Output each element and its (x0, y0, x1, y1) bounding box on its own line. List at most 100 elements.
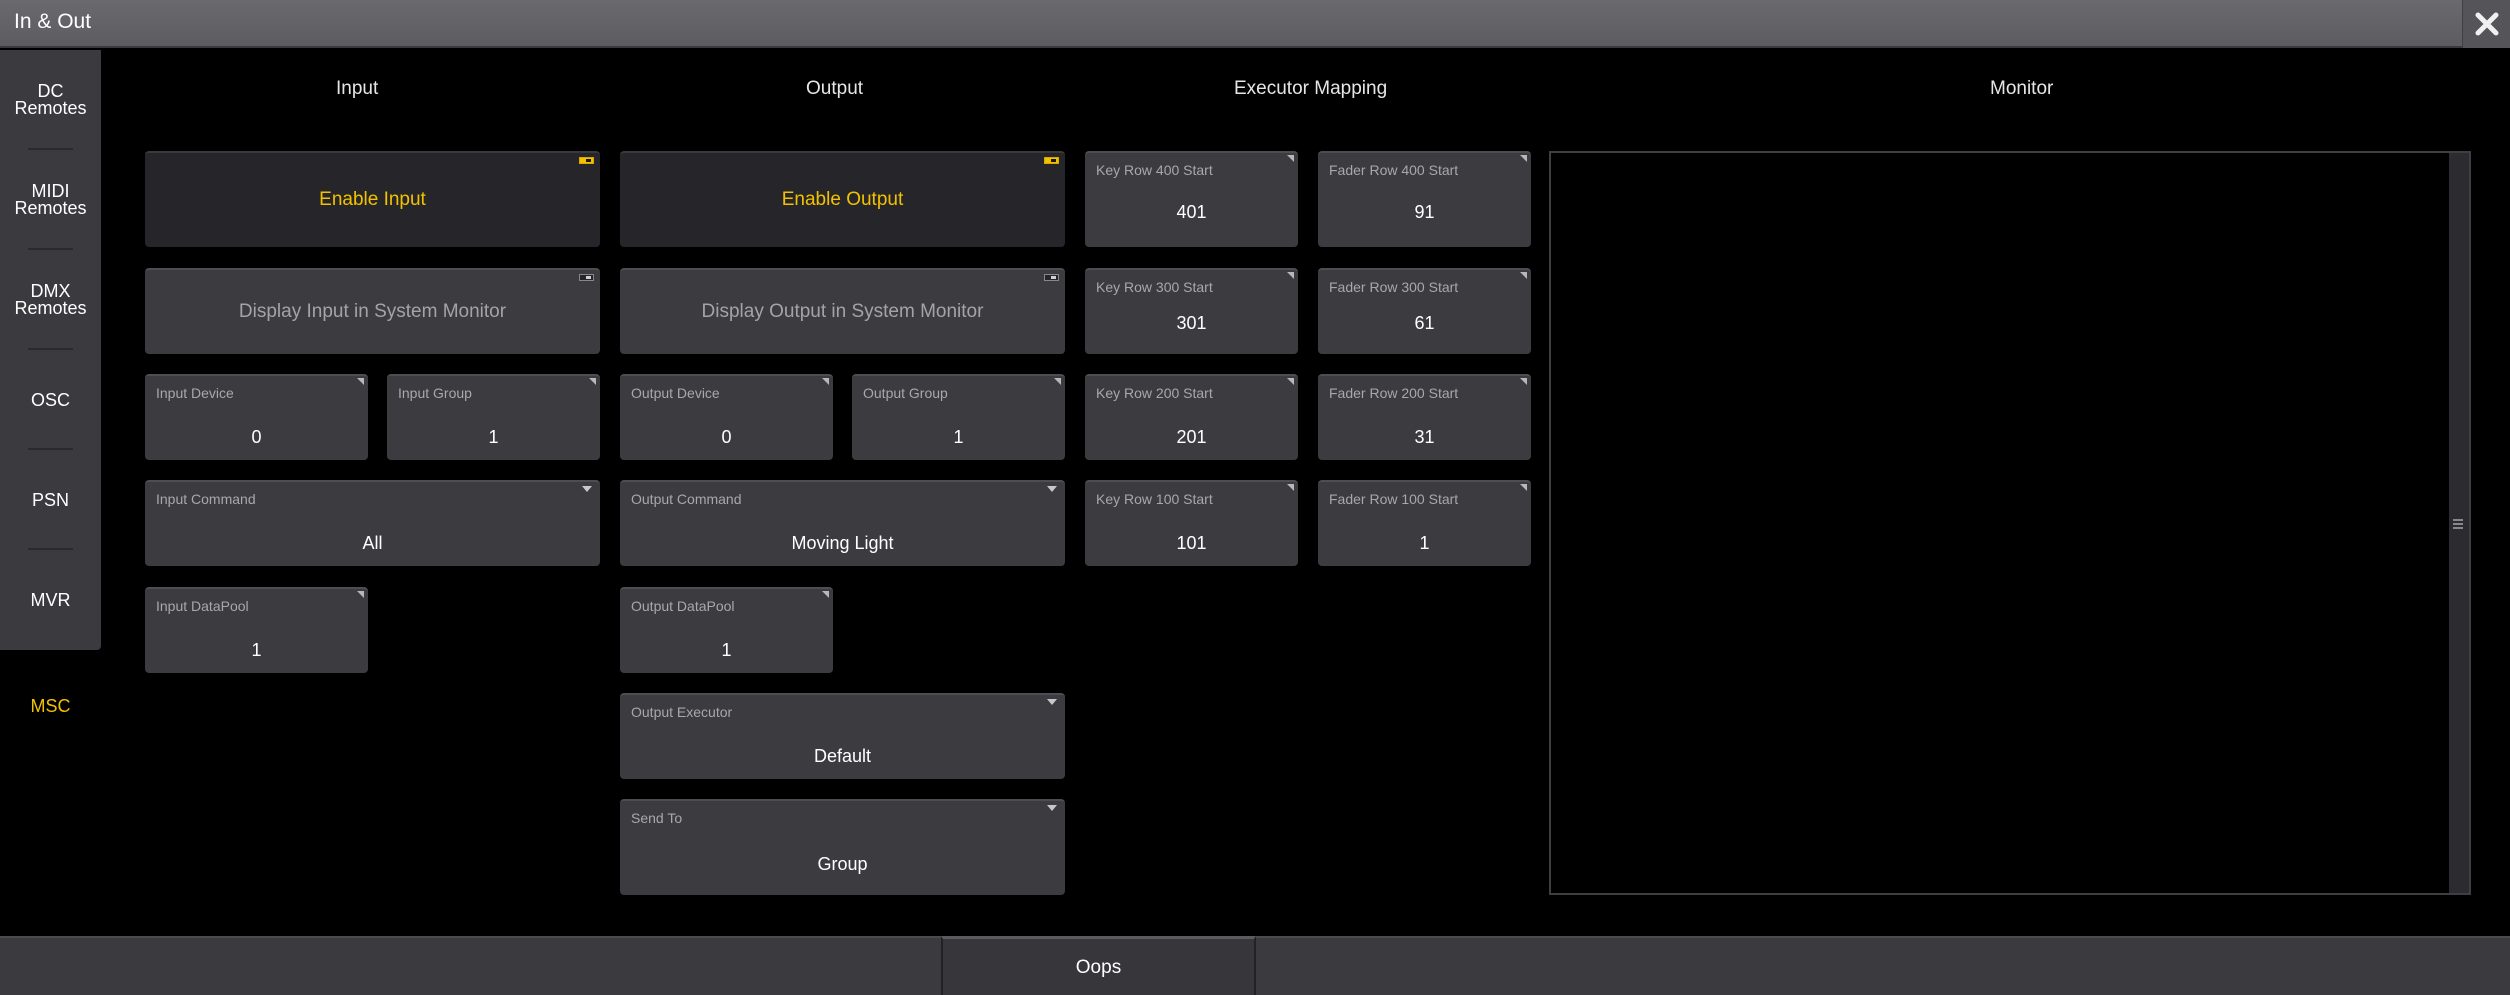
monitor-header: Monitor (1990, 78, 2054, 99)
output-group-label: Output Group (863, 385, 948, 401)
input-device-label: Input Device (156, 385, 234, 401)
edit-corner-icon (1520, 155, 1527, 162)
close-button[interactable] (2462, 0, 2510, 48)
output-group-value: 1 (953, 427, 964, 447)
edit-corner-icon (822, 591, 829, 598)
output-device-field[interactable]: Output Device 0 (620, 374, 833, 460)
send-to-label: Send To (631, 810, 683, 826)
display-output-toggle[interactable]: Display Output in System Monitor (620, 268, 1065, 354)
edit-corner-icon (357, 378, 364, 385)
fader-row-value: 1 (1419, 533, 1430, 553)
input-command-label: Input Command (156, 491, 256, 507)
edit-corner-icon (1054, 378, 1061, 385)
input-datapool-label: Input DataPool (156, 598, 249, 614)
sidebar-item-mvr[interactable]: MVR (0, 550, 101, 650)
sidebar-item-label: MVR (30, 589, 71, 610)
dropdown-arrow-icon (1047, 486, 1057, 492)
enable-input-button[interactable]: Enable Input (145, 151, 600, 247)
toggle-indicator (579, 157, 594, 164)
input-command-select[interactable]: Input Command All (145, 480, 600, 566)
output-device-label: Output Device (631, 385, 720, 401)
toggle-indicator (1044, 274, 1059, 281)
input-device-value: 0 (251, 427, 262, 447)
output-group-field[interactable]: Output Group 1 (852, 374, 1065, 460)
sidebar-item-dmx-remotes[interactable]: DMX Remotes (0, 250, 101, 350)
key-row-label: Key Row 100 Start (1096, 491, 1213, 507)
enable-input-label: Enable Input (319, 189, 426, 210)
output-command-select[interactable]: Output Command Moving Light (620, 480, 1065, 566)
send-to-select[interactable]: Send To Group (620, 799, 1065, 895)
input-command-value: All (362, 533, 383, 553)
edit-corner-icon (589, 378, 596, 385)
edit-corner-icon (1520, 272, 1527, 279)
key-row-label: Key Row 400 Start (1096, 162, 1213, 178)
output-device-value: 0 (721, 427, 732, 447)
key-row-label: Key Row 300 Start (1096, 279, 1213, 295)
input-group-value: 1 (488, 427, 499, 447)
input-group-field[interactable]: Input Group 1 (387, 374, 600, 460)
edit-corner-icon (1520, 378, 1527, 385)
edit-corner-icon (1287, 272, 1294, 279)
sidebar-item-psn[interactable]: PSN (0, 450, 101, 550)
monitor-panel (1549, 151, 2471, 895)
fader-row-label: Fader Row 300 Start (1329, 279, 1459, 295)
display-input-label: Display Input in System Monitor (238, 301, 507, 322)
display-input-toggle[interactable]: Display Input in System Monitor (145, 268, 600, 354)
output-header: Output (806, 78, 864, 99)
input-header: Input (336, 78, 379, 99)
enable-output-button[interactable]: Enable Output (620, 151, 1065, 247)
input-group-label: Input Group (398, 385, 472, 401)
key-row-200-field[interactable]: Key Row 200 Start 201 (1085, 374, 1298, 460)
sidebar-item-label: OSC (30, 389, 70, 410)
input-datapool-field[interactable]: Input DataPool 1 (145, 587, 368, 673)
output-executor-select[interactable]: Output Executor Default (620, 693, 1065, 779)
sidebar-item-dc-remotes[interactable]: DC Remotes (0, 50, 101, 150)
toggle-indicator (579, 274, 594, 281)
key-row-300-field[interactable]: Key Row 300 Start 301 (1085, 268, 1298, 354)
fader-row-label: Fader Row 400 Start (1329, 162, 1459, 178)
fader-row-value: 91 (1414, 202, 1435, 222)
output-datapool-value: 1 (721, 640, 732, 660)
sidebar-item-msc[interactable]: MSC (0, 656, 101, 756)
sidebar-item-label: PSN (31, 489, 69, 510)
fader-row-100-field[interactable]: Fader Row 100 Start 1 (1318, 480, 1531, 566)
key-row-value: 201 (1176, 427, 1207, 447)
key-row-label: Key Row 200 Start (1096, 385, 1213, 401)
fader-row-400-field[interactable]: Fader Row 400 Start 91 (1318, 151, 1531, 247)
toggle-indicator (1044, 157, 1059, 164)
key-row-value: 101 (1176, 533, 1207, 553)
fader-row-label: Fader Row 200 Start (1329, 385, 1459, 401)
input-device-field[interactable]: Input Device 0 (145, 374, 368, 460)
edit-corner-icon (357, 591, 364, 598)
display-output-label: Display Output in System Monitor (701, 301, 984, 322)
output-executor-value: Default (813, 746, 872, 766)
edit-corner-icon (1287, 155, 1294, 162)
dropdown-arrow-icon (1047, 699, 1057, 705)
sidebar-item-label: DMX Remotes (14, 281, 87, 318)
edit-corner-icon (1520, 484, 1527, 491)
key-row-value: 401 (1176, 202, 1207, 222)
oops-button[interactable]: Oops (941, 936, 1256, 995)
sidebar-item-midi-remotes[interactable]: MIDI Remotes (0, 150, 101, 250)
edit-corner-icon (1287, 378, 1294, 385)
key-row-value: 301 (1176, 313, 1207, 333)
key-row-100-field[interactable]: Key Row 100 Start 101 (1085, 480, 1298, 566)
executor-mapping-header: Executor Mapping (1234, 78, 1388, 99)
close-icon (2475, 12, 2499, 36)
input-datapool-value: 1 (251, 640, 262, 660)
monitor-scrollbar[interactable] (2449, 153, 2469, 893)
sidebar-item-osc[interactable]: OSC (0, 350, 101, 450)
fader-row-200-field[interactable]: Fader Row 200 Start 31 (1318, 374, 1531, 460)
output-executor-label: Output Executor (631, 704, 733, 720)
sidebar: DC Remotes MIDI Remotes DMX Remotes OSC … (0, 50, 101, 650)
fader-row-300-field[interactable]: Fader Row 300 Start 61 (1318, 268, 1531, 354)
drag-handle-icon[interactable] (2453, 519, 2463, 529)
output-command-value: Moving Light (791, 533, 894, 553)
key-row-400-field[interactable]: Key Row 400 Start 401 (1085, 151, 1298, 247)
sidebar-item-label: MIDI Remotes (14, 181, 87, 218)
dropdown-arrow-icon (1047, 805, 1057, 811)
output-datapool-label: Output DataPool (631, 598, 735, 614)
output-datapool-field[interactable]: Output DataPool 1 (620, 587, 833, 673)
bottom-bar: Oops (0, 936, 2510, 995)
fader-row-value: 31 (1414, 427, 1435, 447)
